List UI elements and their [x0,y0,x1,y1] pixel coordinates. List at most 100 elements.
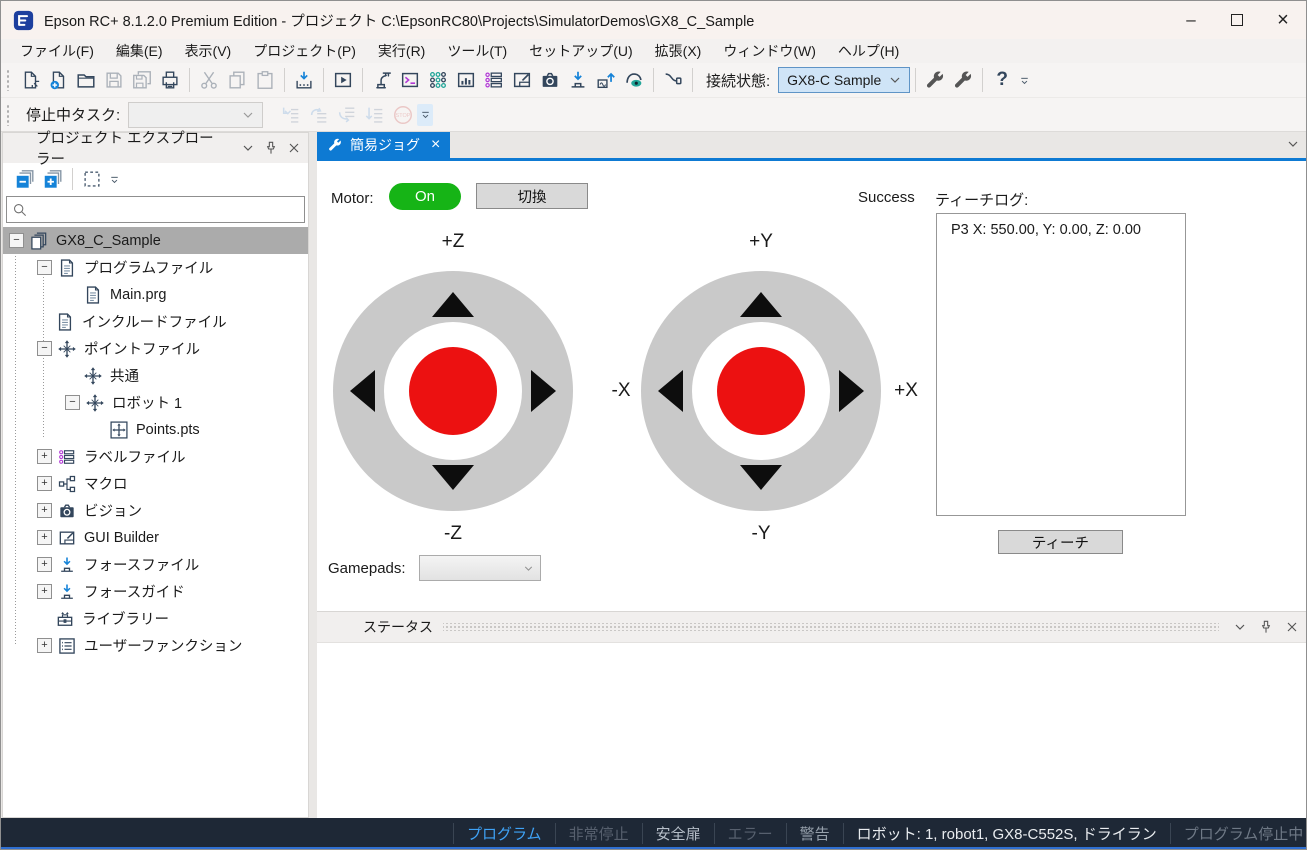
jog-right-arrow[interactable] [531,370,556,412]
menu-tools[interactable]: ツール(T) [436,39,518,63]
statusbar-robot-info[interactable]: ロボット: 1, robot1, GX8-C552S, ドライラン [843,823,1170,844]
toolbar-overflow-button[interactable] [417,104,433,126]
teach-log-list[interactable]: P3 X: 550.00, Y: 0.00, Z: 0.00 [936,213,1186,516]
tree-row-points-pts[interactable]: Points.pts [3,416,308,443]
tree-row-program-files[interactable]: プログラムファイル [3,254,308,281]
tree-row-macros[interactable]: マクロ [3,470,308,497]
menu-run[interactable]: 実行(R) [367,39,436,63]
halted-tasks-dropdown[interactable] [128,102,263,128]
expander-icon[interactable] [37,557,52,572]
minimize-button[interactable]: – [1168,1,1214,39]
command-window-button[interactable] [396,66,424,94]
expander-icon[interactable] [65,395,80,410]
force-guide-button[interactable] [592,66,620,94]
tab-list-chevron-icon[interactable] [1285,136,1301,152]
panel-pin-button[interactable] [1255,616,1277,638]
paste-button[interactable] [251,66,279,94]
save-all-button[interactable] [128,66,156,94]
expand-all-button[interactable] [39,165,67,193]
expander-icon[interactable] [37,638,52,653]
new-project-button[interactable] [16,66,44,94]
menu-edit[interactable]: 編集(E) [105,39,174,63]
tree-row-include-files[interactable]: インクルードファイル [3,308,308,335]
tree-row-point-files[interactable]: ポイントファイル [3,335,308,362]
jog-left-arrow[interactable] [350,370,375,412]
gui-builder-button[interactable] [508,66,536,94]
run-to-cursor-button[interactable] [361,101,389,129]
gamepads-dropdown[interactable] [419,555,541,581]
expander-icon[interactable] [37,341,52,356]
tree-row-label-files[interactable]: ラベルファイル [3,443,308,470]
panel-menu-button[interactable] [238,137,257,159]
menu-view[interactable]: 表示(V) [174,39,243,63]
connection-dropdown[interactable]: GX8-C Sample [778,67,910,93]
toolbar-overflow-button[interactable] [1016,69,1032,91]
expander-icon[interactable] [37,503,52,518]
open-project-button[interactable] [72,66,100,94]
expander-icon[interactable] [37,476,52,491]
help-button[interactable]: ? [988,66,1016,94]
task-manager-button[interactable] [452,66,480,94]
maximize-button[interactable] [1214,1,1260,39]
tab-simple-jog[interactable]: 簡易ジョグ × [317,132,450,158]
tree-row-force-guide[interactable]: フォースガイド [3,578,308,605]
collapse-all-button[interactable] [11,165,39,193]
menu-project[interactable]: プロジェクト(P) [242,39,367,63]
jog-left-arrow[interactable] [658,370,683,412]
step-into-button[interactable] [277,101,305,129]
expander-icon[interactable] [9,233,24,248]
jog-center-button[interactable] [717,347,805,435]
jog-center-button[interactable] [409,347,497,435]
run-window-button[interactable] [329,66,357,94]
motor-toggle-button[interactable]: 切換 [476,183,588,209]
jog-right-arrow[interactable] [839,370,864,412]
system-wrench-button[interactable] [949,66,977,94]
teach-button[interactable]: ティーチ [998,530,1123,554]
cut-button[interactable] [195,66,223,94]
stop-all-tasks-button[interactable] [389,101,417,129]
jog-up-arrow[interactable] [432,292,474,317]
menu-setup[interactable]: セットアップ(U) [518,39,643,63]
io-label-editor-button[interactable] [480,66,508,94]
panel-menu-button[interactable] [1229,616,1251,638]
save-button[interactable] [100,66,128,94]
project-wrench-button[interactable] [921,66,949,94]
menu-window[interactable]: ウィンドウ(W) [712,39,827,63]
expander-icon[interactable] [37,530,52,545]
print-button[interactable] [156,66,184,94]
menu-file[interactable]: ファイル(F) [9,39,105,63]
tree-row-vision[interactable]: ビジョン [3,497,308,524]
tree-row-main-prg[interactable]: Main.prg [3,281,308,308]
tree-row-robot1[interactable]: ロボット 1 [3,389,308,416]
tree-row-user-functions[interactable]: ユーザーファンクション [3,632,308,659]
jog-up-arrow[interactable] [740,292,782,317]
pc-connection-button[interactable] [659,66,687,94]
jog-down-arrow[interactable] [432,465,474,490]
tree-row-force-files[interactable]: フォースファイル [3,551,308,578]
tree-row-common[interactable]: 共通 [3,362,308,389]
new-file-button[interactable] [44,66,72,94]
robot-manager-button[interactable] [368,66,396,94]
panel-close-button[interactable] [1281,616,1303,638]
select-mode-button[interactable] [78,165,106,193]
tree-row-gui-builder[interactable]: GUI Builder [3,524,308,551]
jog-down-arrow[interactable] [740,465,782,490]
tree-row-project[interactable]: GX8_C_Sample [3,227,308,254]
io-monitor-button[interactable] [424,66,452,94]
expander-icon[interactable] [37,584,52,599]
toolbar-overflow-button[interactable] [106,168,122,190]
panel-drag-handle[interactable] [443,623,1219,631]
close-button[interactable]: × [1260,1,1306,39]
simulator-button[interactable] [620,66,648,94]
expander-icon[interactable] [37,449,52,464]
menu-extensions[interactable]: 拡張(X) [644,39,713,63]
panel-pin-button[interactable] [261,137,280,159]
force-monitor-button[interactable] [564,66,592,94]
tree-row-library[interactable]: ライブラリー [3,605,308,632]
expander-icon[interactable] [37,260,52,275]
tab-close-icon[interactable]: × [431,136,440,154]
copy-button[interactable] [223,66,251,94]
step-out-button[interactable] [333,101,361,129]
vision-button[interactable] [536,66,564,94]
menu-help[interactable]: ヘルプ(H) [827,39,910,63]
